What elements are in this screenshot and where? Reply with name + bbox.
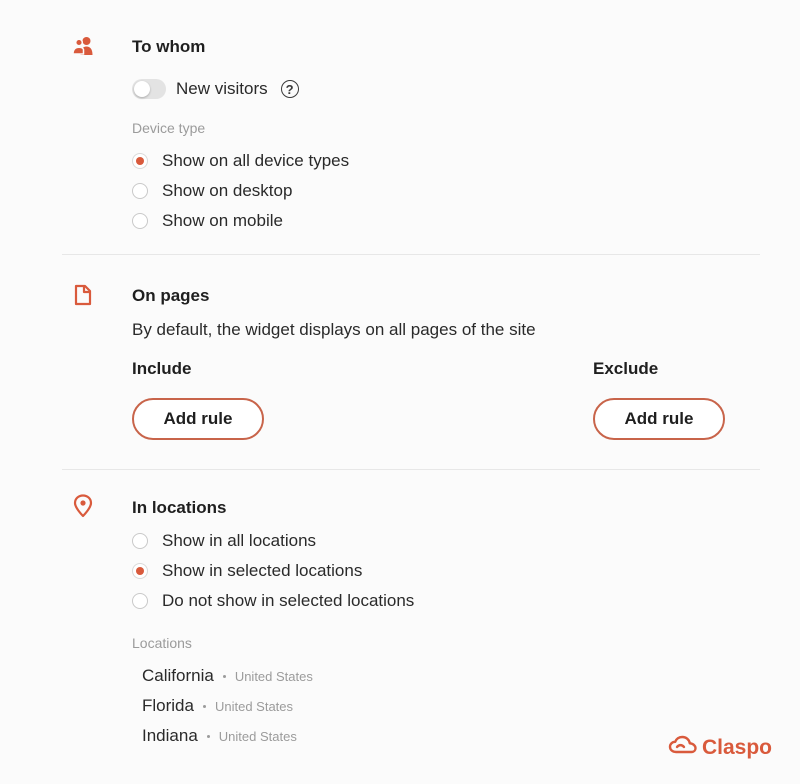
device-type-label: Device type xyxy=(132,120,206,136)
location-country: United States xyxy=(218,728,297,744)
radio-label: Show on all device types xyxy=(162,151,350,170)
section-divider xyxy=(62,254,760,255)
separator-dot xyxy=(222,674,226,678)
include-add-rule-button[interactable]: Add rule xyxy=(132,398,264,440)
location-item: California United States xyxy=(142,665,313,687)
location-item: Florida United States xyxy=(142,695,293,717)
location-country: United States xyxy=(214,698,294,714)
new-visitors-row: New visitors ? xyxy=(132,78,299,100)
include-label: Include xyxy=(132,359,192,378)
radio-mobile[interactable]: Show on mobile xyxy=(132,210,283,232)
location-name: California xyxy=(142,666,214,685)
radio-button[interactable] xyxy=(132,593,148,609)
section-divider xyxy=(62,469,760,470)
radio-button[interactable] xyxy=(132,213,148,229)
on-pages-title: On pages xyxy=(132,286,210,305)
radio-button-checked[interactable] xyxy=(132,153,148,169)
radio-label: Show in selected locations xyxy=(162,561,363,580)
locations-label: Locations xyxy=(132,635,192,651)
radio-all-devices[interactable]: Show on all device types xyxy=(132,150,349,172)
radio-not-selected-locations[interactable]: Do not show in selected locations xyxy=(132,590,414,612)
radio-label: Show on desktop xyxy=(162,181,293,200)
radio-label: Show on mobile xyxy=(162,211,283,230)
radio-button[interactable] xyxy=(132,533,148,549)
location-name: Florida xyxy=(142,696,194,715)
help-icon[interactable]: ? xyxy=(280,80,299,98)
location-item: Indiana United States xyxy=(142,725,297,747)
in-locations-title: In locations xyxy=(132,498,227,517)
new-visitors-toggle[interactable] xyxy=(132,79,166,99)
radio-button[interactable] xyxy=(132,183,148,199)
on-pages-description: By default, the widget displays on all p… xyxy=(132,320,536,339)
separator-dot xyxy=(206,734,210,738)
exclude-add-rule-button[interactable]: Add rule xyxy=(593,398,725,440)
users-icon xyxy=(72,35,94,57)
brand-name: Claspo xyxy=(701,735,772,759)
claspo-brand: Claspo xyxy=(668,735,772,760)
radio-selected-locations[interactable]: Show in selected locations xyxy=(132,560,362,582)
location-name: Indiana xyxy=(142,726,198,745)
new-visitors-label: New visitors xyxy=(176,79,268,98)
separator-dot xyxy=(202,704,206,708)
radio-desktop[interactable]: Show on desktop xyxy=(132,180,292,202)
radio-button-checked[interactable] xyxy=(132,563,148,579)
toggle-knob xyxy=(134,81,150,97)
radio-label: Show in all locations xyxy=(162,531,317,550)
radio-label: Do not show in selected locations xyxy=(162,591,415,610)
location-country: United States xyxy=(234,668,313,684)
page-icon xyxy=(72,284,94,306)
to-whom-title: To whom xyxy=(132,37,206,56)
exclude-label: Exclude xyxy=(593,359,659,378)
radio-all-locations[interactable]: Show in all locations xyxy=(132,530,316,552)
cloud-logo-icon xyxy=(668,735,698,760)
location-pin-icon xyxy=(72,494,94,518)
